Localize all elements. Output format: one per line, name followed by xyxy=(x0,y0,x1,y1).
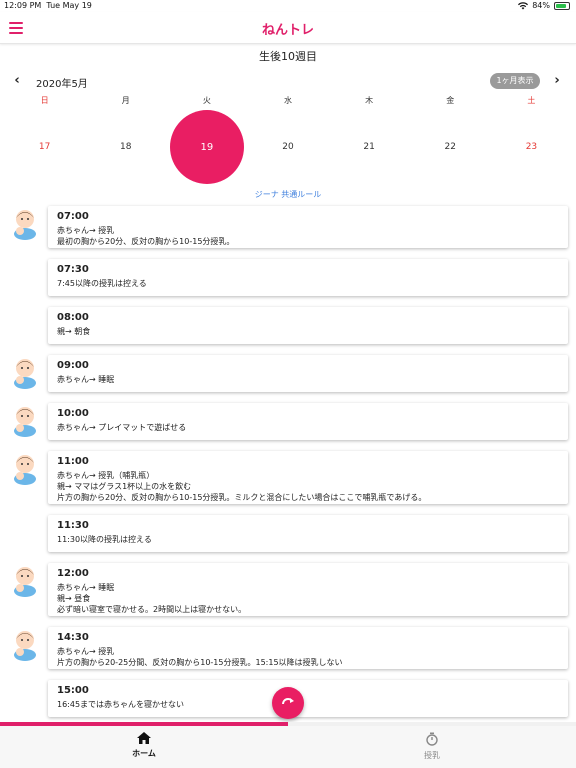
schedule-line: 赤ちゃん→ プレイマットで遊ばせる xyxy=(57,423,187,432)
schedule-time: 11:00 xyxy=(57,456,89,467)
schedule-line: 片方の胸から20分、反対の胸から10-15分授乳。ミルクと混合にしたい場合はここ… xyxy=(57,493,427,502)
schedule-card[interactable]: 11:00 赤ちゃん→ 授乳（哺乳瓶） 親→ ママはグラス1杯以上の水を飲む片方の胸… xyxy=(48,451,568,504)
schedule-row: 09:00 赤ちゃん→ 睡眠 xyxy=(0,355,576,392)
nav-feeding[interactable]: 授乳 xyxy=(288,726,576,768)
chevron-right-icon[interactable]: › xyxy=(550,74,564,88)
date-cell[interactable]: 21 xyxy=(329,108,410,186)
schedule-time: 11:30 xyxy=(57,520,89,531)
schedule-time: 08:00 xyxy=(57,312,89,323)
schedule-card[interactable]: 09:00 赤ちゃん→ 睡眠 xyxy=(48,355,568,392)
refresh-button[interactable] xyxy=(272,687,304,719)
schedule-row: 14:30 赤ちゃん→ 授乳片方の胸から20-25分間、反対の胸から10-15分授… xyxy=(0,627,576,669)
schedule-time: 12:00 xyxy=(57,568,89,579)
schedule-time: 07:00 xyxy=(57,211,89,222)
weekday-sat: 土 xyxy=(527,96,536,105)
battery-icon xyxy=(554,1,570,10)
schedule-time: 07:30 xyxy=(57,264,89,275)
schedule-line: 11:30以降の授乳は控える xyxy=(57,535,152,544)
schedule-row: 07:30 7:45以降の授乳は控える xyxy=(0,259,576,296)
date-row: 17 18 19 20 21 22 23 xyxy=(4,108,572,186)
schedule-line: 16:45までは赤ちゃんを寝かせない xyxy=(57,700,185,709)
schedule-card[interactable]: 11:30 11:30以降の授乳は控える xyxy=(48,515,568,552)
nav-feeding-label: 授乳 xyxy=(424,751,440,760)
status-bar: 12:09 PM Tue May 19 84% xyxy=(0,0,576,12)
bottle-feeding-baby-icon xyxy=(8,451,42,485)
playing-baby-icon xyxy=(8,403,42,437)
schedule-line: 片方の胸から20-25分間、反対の胸から10-15分授乳。15:15以降は授乳し… xyxy=(57,658,343,667)
date-cell[interactable]: 22 xyxy=(410,108,491,186)
schedule-card[interactable]: 10:00 赤ちゃん→ プレイマットで遊ばせる xyxy=(48,403,568,440)
schedule-line: 赤ちゃん→ 睡眠 xyxy=(57,583,115,592)
schedule-line: 赤ちゃん→ 授乳 xyxy=(57,226,115,235)
month-header: ‹ 2020年5月 1ヶ月表示 › xyxy=(0,72,576,92)
schedule-line: 赤ちゃん→ 授乳 xyxy=(57,647,115,656)
schedule-list: 07:00 赤ちゃん→ 授乳 最初の胸から20分、反対の胸から10-15分授乳。 07… xyxy=(0,200,576,722)
weekday-tue: 火 xyxy=(202,96,211,105)
bottom-navigation: ホーム 授乳 xyxy=(0,726,576,768)
weekday-row: 日 月 火 水 木 金 土 xyxy=(4,95,572,107)
battery-percent: 84% xyxy=(532,1,550,10)
date-cell[interactable]: 17 xyxy=(4,108,85,186)
wifi-icon xyxy=(518,1,529,9)
date-cell[interactable]: 18 xyxy=(85,108,166,186)
schedule-line: 7:45以降の授乳は控える xyxy=(57,279,147,288)
month-label: 2020年5月 xyxy=(36,79,88,90)
schedule-time: 15:00 xyxy=(57,685,89,696)
date-cell-selected[interactable]: 19 xyxy=(166,108,247,186)
schedule-row: 12:00 赤ちゃん→ 睡眠 親→ 昼食必ず暗い寝室で寝かせる。2時間以上は寝かせな… xyxy=(0,563,576,616)
refresh-icon xyxy=(282,698,294,705)
weekday-sun: 日 xyxy=(40,96,49,105)
schedule-row: 07:00 赤ちゃん→ 授乳最初の胸から20分、反対の胸から10-15分授乳。 xyxy=(0,206,576,248)
app-bar: ねんトレ xyxy=(0,12,576,44)
schedule-line: 必ず暗い寝室で寝かせる。2時間以上は寝かせない。 xyxy=(57,605,247,614)
weekday-fri: 金 xyxy=(446,96,455,105)
status-time: 12:09 PM Tue May 19 xyxy=(4,1,92,10)
date-cell[interactable]: 23 xyxy=(491,108,572,186)
status-indicators: 84% xyxy=(518,1,570,10)
baby-breastfeeding-icon xyxy=(8,206,42,240)
schedule-line: 親→ ママはグラス1杯以上の水を飲む xyxy=(57,482,192,491)
home-icon xyxy=(137,732,151,744)
schedule-line: 最初の胸から20分、反対の胸から10-15分授乳。 xyxy=(57,237,235,246)
nav-home[interactable]: ホーム xyxy=(0,726,288,768)
date-cell[interactable]: 20 xyxy=(247,108,328,186)
app-title: ねんトレ xyxy=(261,23,314,38)
schedule-time: 14:30 xyxy=(57,632,89,643)
schedule-row: 10:00 赤ちゃん→ プレイマットで遊ばせる xyxy=(0,403,576,440)
month-view-button[interactable]: 1ヶ月表示 xyxy=(490,73,540,89)
nav-home-label: ホーム xyxy=(132,749,156,758)
week-label: 生後10週目 xyxy=(259,50,317,63)
schedule-row: 11:00 赤ちゃん→ 授乳（哺乳瓶） 親→ ママはグラス1杯以上の水を飲む片方の胸… xyxy=(0,451,576,504)
schedule-row: 08:00 親→ 朝食 xyxy=(0,307,576,344)
schedule-line: 赤ちゃん→ 睡眠 xyxy=(57,375,115,384)
schedule-card[interactable]: 08:00 親→ 朝食 xyxy=(48,307,568,344)
schedule-card[interactable]: 07:30 7:45以降の授乳は控える xyxy=(48,259,568,296)
schedule-time: 10:00 xyxy=(57,408,89,419)
schedule-card[interactable]: 14:30 赤ちゃん→ 授乳片方の胸から20-25分間、反対の胸から10-15分授… xyxy=(48,627,568,669)
sleeping-baby-icon xyxy=(8,563,42,597)
schedule-card[interactable]: 12:00 赤ちゃん→ 睡眠 親→ 昼食必ず暗い寝室で寝かせる。2時間以上は寝かせな… xyxy=(48,563,568,616)
chevron-left-icon[interactable]: ‹ xyxy=(10,74,24,88)
baby-breastfeeding-icon xyxy=(8,627,42,661)
weekday-thu: 木 xyxy=(365,96,374,105)
schedule-card[interactable]: 07:00 赤ちゃん→ 授乳最初の胸から20分、反対の胸から10-15分授乳。 xyxy=(48,206,568,248)
schedule-row: 11:30 11:30以降の授乳は控える xyxy=(0,515,576,552)
common-rules-link[interactable]: ジーナ 共通ルール xyxy=(0,189,576,200)
stopwatch-icon xyxy=(426,732,438,746)
schedule-line: 親→ 朝食 xyxy=(57,327,91,336)
schedule-line: 親→ 昼食 xyxy=(57,594,91,603)
sleeping-baby-icon xyxy=(8,355,42,389)
schedule-time: 09:00 xyxy=(57,360,89,371)
schedule-line: 赤ちゃん→ 授乳（哺乳瓶） xyxy=(57,471,155,480)
schedule-card[interactable]: 15:00 16:45までは赤ちゃんを寝かせない xyxy=(48,680,568,717)
weekday-mon: 月 xyxy=(121,96,130,105)
weekday-wed: 水 xyxy=(283,96,292,105)
